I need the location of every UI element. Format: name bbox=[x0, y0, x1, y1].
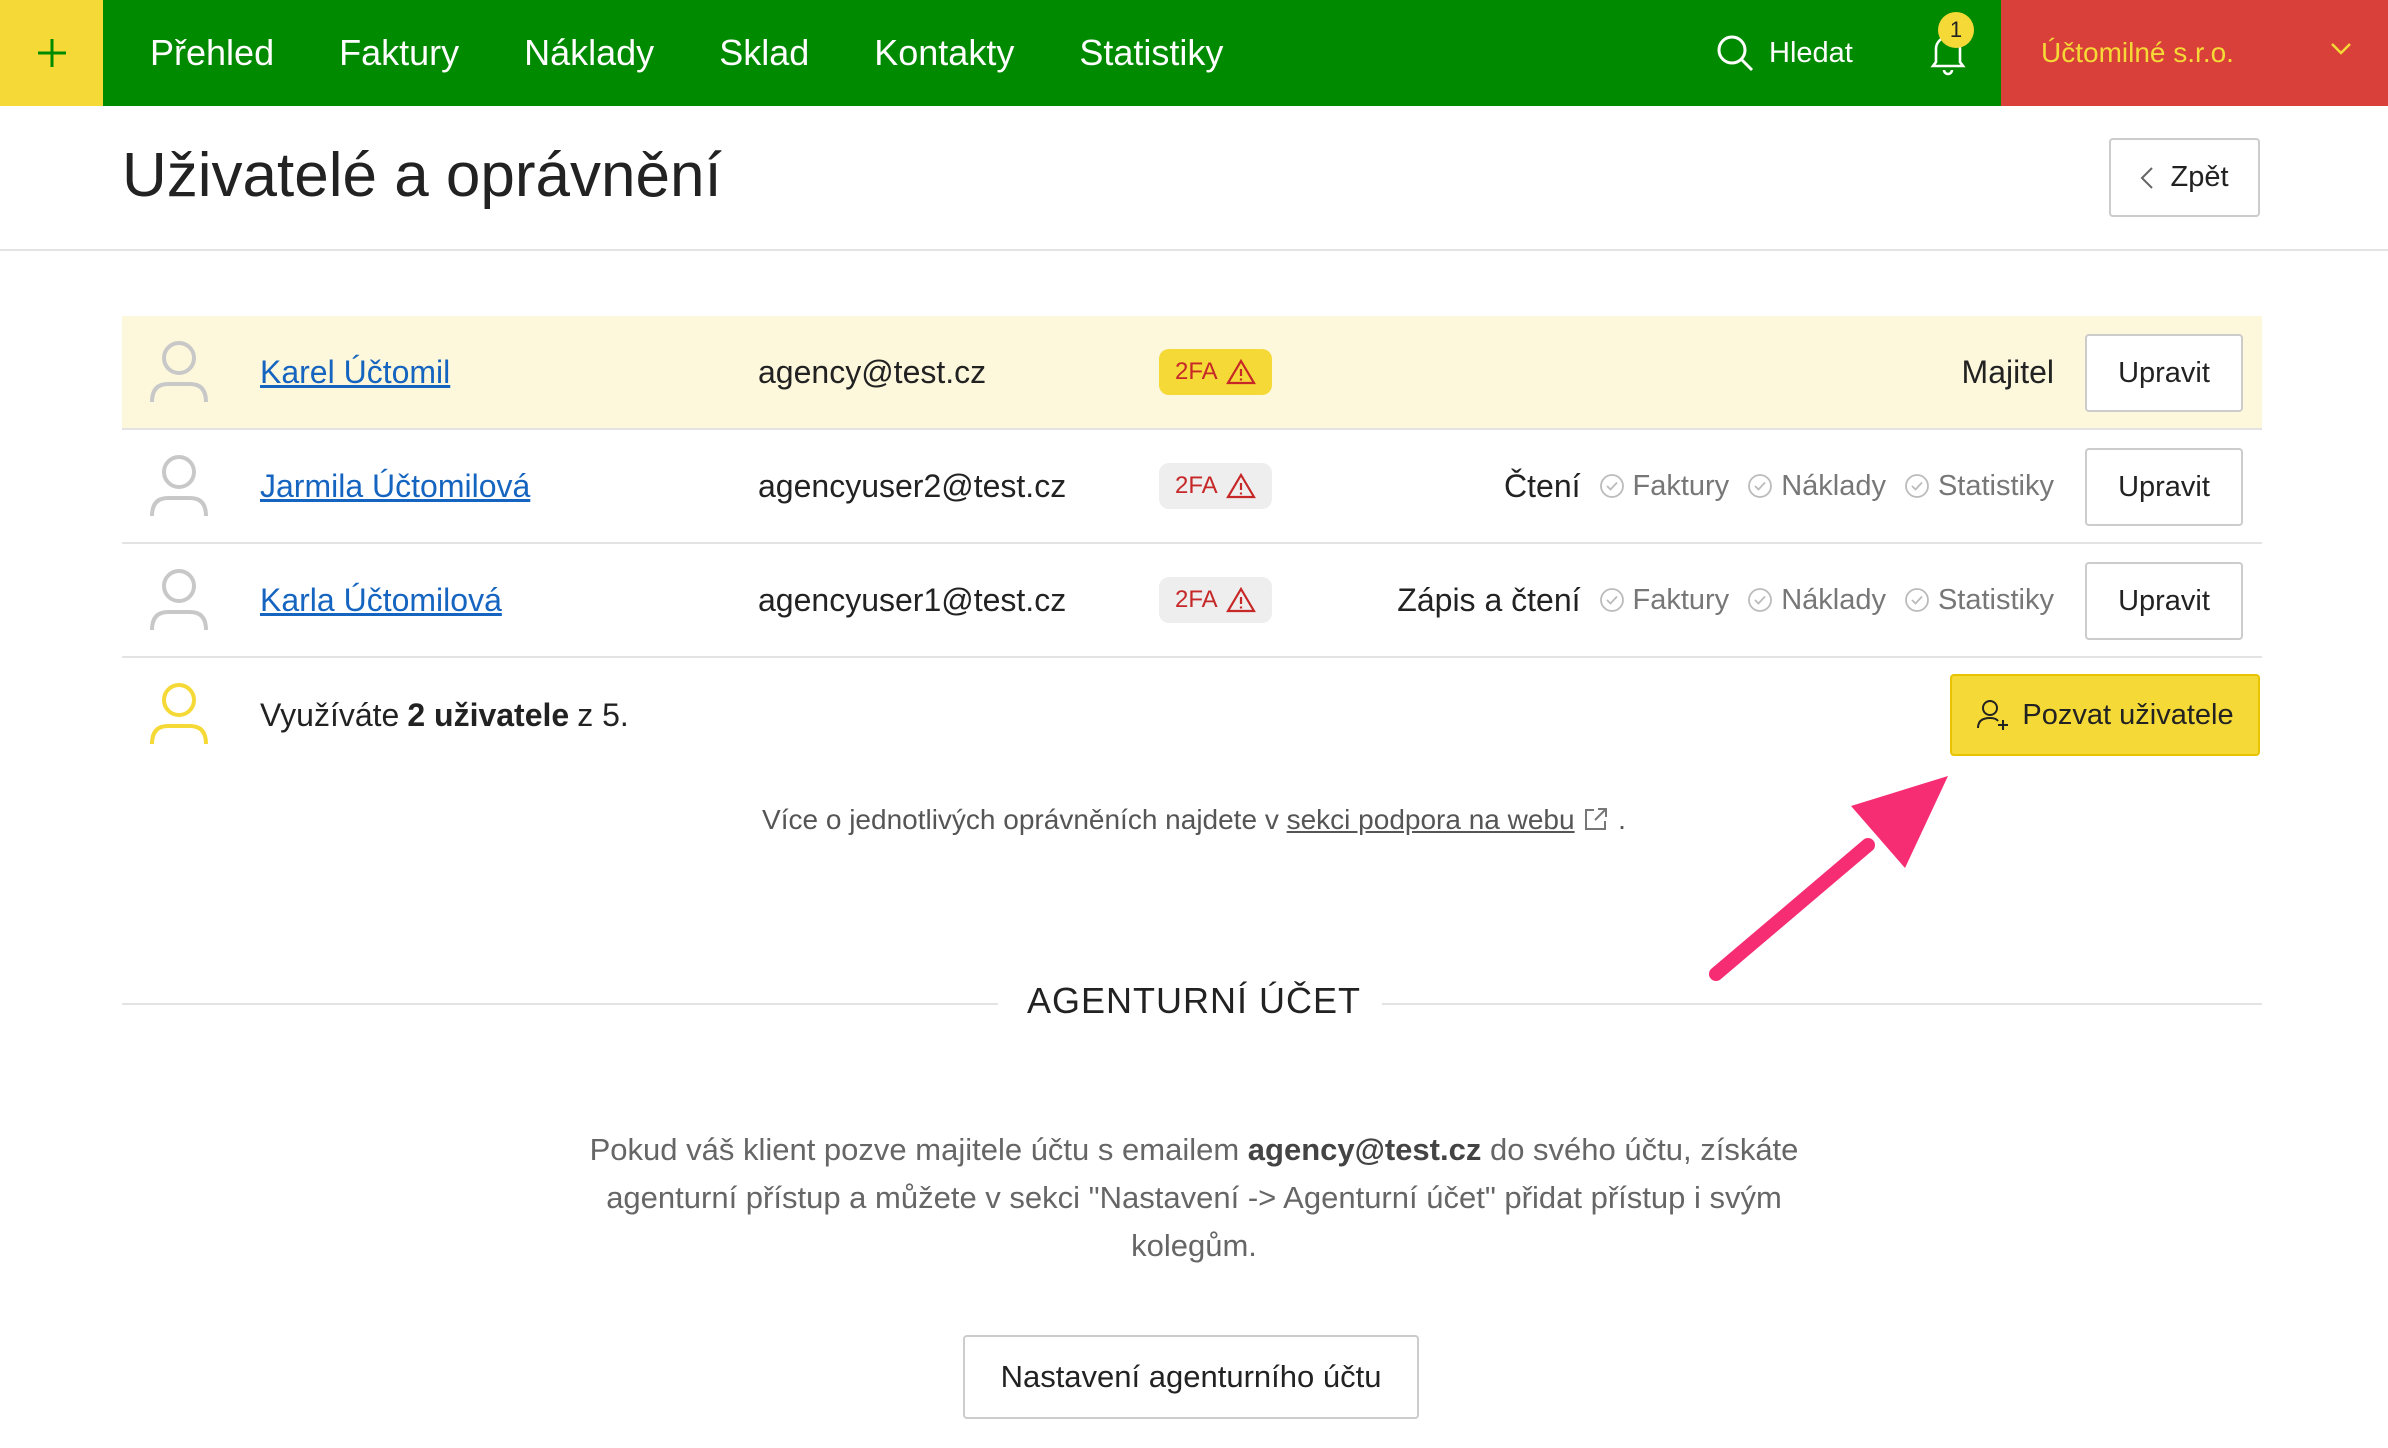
company-switcher[interactable]: Účtomilné s.r.o. bbox=[2001, 0, 2388, 106]
permission-statistiky: Statistiky bbox=[1904, 584, 2054, 617]
user-email: agencyuser1@test.cz bbox=[758, 581, 1067, 618]
2fa-label: 2FA bbox=[1175, 472, 1218, 499]
add-new-button[interactable] bbox=[0, 0, 103, 106]
user-quota-text: Využíváte 2 uživatele z 5. bbox=[260, 660, 629, 770]
nav-item-naklady[interactable]: Náklady bbox=[524, 32, 654, 74]
warning-icon bbox=[1225, 473, 1256, 499]
search-label: Hledat bbox=[1769, 36, 1853, 69]
check-circle-icon bbox=[1748, 588, 1773, 612]
add-user-icon bbox=[1977, 700, 2009, 730]
user-avatar-icon bbox=[150, 683, 208, 745]
invite-label: Pozvat uživatele bbox=[2022, 698, 2234, 731]
user-role: Čtení bbox=[1504, 467, 1581, 504]
nav-item-faktury[interactable]: Faktury bbox=[339, 32, 459, 74]
page-title: Uživatelé a oprávnění bbox=[122, 141, 722, 210]
agency-text-part1: Pokud váš klient pozve majitele účtu s e… bbox=[589, 1132, 1240, 1167]
2fa-badge: 2FA bbox=[1159, 577, 1272, 623]
user-role: Zápis a čtení bbox=[1397, 581, 1581, 618]
user-name-link[interactable]: Karel Účtomil bbox=[260, 316, 450, 428]
user-row: Karel Účtomil agency@test.cz 2FA Majitel… bbox=[122, 316, 2262, 430]
user-avatar-icon bbox=[150, 341, 208, 403]
invite-user-button[interactable]: Pozvat uživatele bbox=[1950, 674, 2260, 756]
edit-user-button[interactable]: Upravit bbox=[2085, 562, 2243, 640]
search-button[interactable]: Hledat bbox=[1715, 28, 1853, 78]
permission-label: Faktury bbox=[1632, 583, 1730, 616]
check-circle-icon bbox=[1905, 588, 1929, 612]
check-circle-icon bbox=[1599, 588, 1624, 612]
agency-section-title: AGENTURNÍ ÚČET bbox=[1026, 980, 1361, 1021]
user-name-link[interactable]: Karla Účtomilová bbox=[260, 544, 502, 656]
permission-label: Náklady bbox=[1781, 469, 1886, 502]
header-divider bbox=[0, 249, 2388, 251]
back-label: Zpět bbox=[2170, 161, 2229, 193]
support-link[interactable]: sekci podpora na webu bbox=[1287, 804, 1575, 835]
user-avatar-icon bbox=[150, 569, 208, 631]
nav-item-kontakty[interactable]: Kontakty bbox=[874, 32, 1014, 74]
user-name-link[interactable]: Jarmila Účtomilová bbox=[260, 430, 530, 542]
company-name: Účtomilné s.r.o. bbox=[2041, 37, 2234, 68]
permission-label: Statistiky bbox=[1937, 583, 2054, 616]
agency-email: agency@test.cz bbox=[1247, 1132, 1482, 1167]
2fa-label: 2FA bbox=[1175, 586, 1218, 613]
edit-user-button[interactable]: Upravit bbox=[2085, 448, 2243, 526]
quota-prefix: Využíváte bbox=[260, 696, 400, 733]
edit-user-button[interactable]: Upravit bbox=[2085, 334, 2243, 412]
user-permissions: Zápis a čtení Faktury Náklady Statistiky bbox=[1397, 544, 2054, 656]
notification-badge: 1 bbox=[1938, 12, 1974, 48]
help-prefix: Více o jednotlivých oprávněních najdete … bbox=[762, 804, 1279, 835]
permission-faktury: Faktury bbox=[1599, 583, 1730, 617]
user-row: Karla Účtomilová agencyuser1@test.cz 2FA… bbox=[122, 544, 2262, 658]
2fa-badge: 2FA bbox=[1159, 349, 1272, 395]
nav-item-statistiky[interactable]: Statistiky bbox=[1079, 32, 1223, 74]
agency-description: Pokud váš klient pozve majitele účtu s e… bbox=[560, 1126, 1828, 1270]
agency-settings-button[interactable]: Nastavení agenturního účtu bbox=[963, 1335, 1419, 1419]
back-button[interactable]: Zpět bbox=[2109, 138, 2260, 217]
2fa-label: 2FA bbox=[1175, 358, 1218, 385]
search-icon bbox=[1717, 35, 1754, 72]
chevron-left-icon bbox=[2141, 166, 2154, 189]
check-circle-icon bbox=[1748, 474, 1773, 498]
warning-icon bbox=[1225, 359, 1256, 385]
nav-item-prehled[interactable]: Přehled bbox=[150, 32, 274, 74]
top-navigation-bar: Přehled Faktury Náklady Sklad Kontakty S… bbox=[0, 0, 2388, 106]
user-email: agencyuser2@test.cz bbox=[758, 467, 1067, 504]
quota-used: 2 uživatele bbox=[407, 696, 570, 733]
permission-label: Statistiky bbox=[1937, 469, 2054, 502]
user-avatar-icon bbox=[150, 455, 208, 517]
main-nav: Přehled Faktury Náklady Sklad Kontakty S… bbox=[150, 0, 1288, 106]
user-permissions: Čtení Faktury Náklady Statistiky bbox=[1504, 430, 2054, 542]
quota-suffix: z 5. bbox=[577, 696, 629, 733]
permission-naklady: Náklady bbox=[1747, 470, 1886, 503]
permission-label: Faktury bbox=[1632, 469, 1730, 502]
2fa-badge: 2FA bbox=[1159, 463, 1272, 509]
plus-icon bbox=[37, 39, 66, 67]
permission-faktury: Faktury bbox=[1599, 469, 1730, 503]
permission-naklady: Náklady bbox=[1747, 584, 1886, 617]
warning-icon bbox=[1225, 587, 1256, 613]
user-email: agency@test.cz bbox=[758, 353, 987, 390]
user-quota-row: Využíváte 2 uživatele z 5. Pozvat uživat… bbox=[122, 660, 2262, 770]
permission-statistiky: Statistiky bbox=[1904, 470, 2054, 503]
chevron-down-icon bbox=[2331, 43, 2351, 55]
external-link-icon[interactable] bbox=[1582, 805, 1610, 833]
user-role: Majitel bbox=[1961, 353, 2054, 390]
user-row: Jarmila Účtomilová agencyuser2@test.cz 2… bbox=[122, 430, 2262, 544]
nav-item-sklad[interactable]: Sklad bbox=[719, 32, 809, 74]
check-circle-icon bbox=[1599, 474, 1624, 498]
help-text: Více o jednotlivých oprávněních najdete … bbox=[0, 804, 2388, 836]
check-circle-icon bbox=[1905, 474, 1929, 498]
help-suffix: . bbox=[1618, 804, 1626, 835]
permission-label: Náklady bbox=[1781, 583, 1886, 616]
user-permissions: Majitel bbox=[1962, 316, 2054, 428]
